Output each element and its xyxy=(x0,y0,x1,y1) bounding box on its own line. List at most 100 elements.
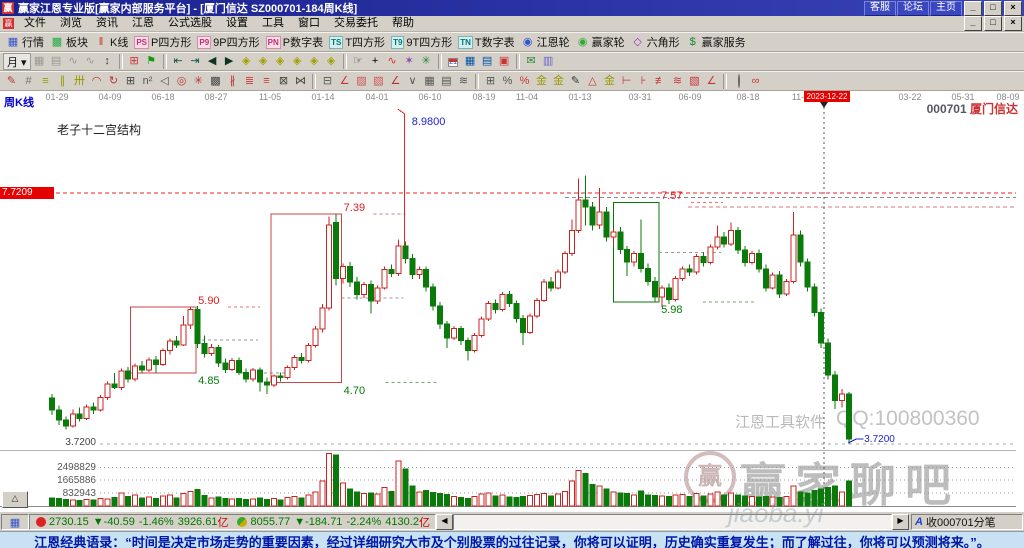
tick-data-cell[interactable]: A 收000701分笔 xyxy=(911,514,1023,530)
p9-square-button[interactable]: P9 9P四方形 xyxy=(194,34,262,51)
doc-minimize-button[interactable]: _ xyxy=(964,16,982,31)
menu-item-5[interactable]: 设置 xyxy=(219,16,255,31)
homepage-link[interactable]: 主页 xyxy=(930,0,962,16)
trend-steps-icon[interactable]: ≋ xyxy=(669,73,686,90)
customer-service-link[interactable]: 客服 xyxy=(864,0,896,16)
menu-item-1[interactable]: 浏览 xyxy=(53,16,89,31)
gann-lines-icon[interactable]: ≡ xyxy=(37,73,54,90)
doc-close-button[interactable]: × xyxy=(1004,16,1022,31)
segment-tool-icon[interactable]: ∿ xyxy=(384,53,401,70)
golden-ratio-icon[interactable]: 金 xyxy=(550,73,567,90)
chart-canvas[interactable]: 江恩工具软件 QQ:100800360 赢 赢家聊吧 周K线 老子十二宫结构 0… xyxy=(0,91,1024,512)
candlestick-chart[interactable] xyxy=(0,91,1024,512)
market-grid-button[interactable]: ▦ xyxy=(1,514,29,530)
grid4-icon[interactable]: ▤ xyxy=(438,73,455,90)
menu-item-3[interactable]: 江恩 xyxy=(125,16,161,31)
link-tool-icon[interactable]: ⋈ xyxy=(292,73,309,90)
forum-link[interactable]: 论坛 xyxy=(897,0,929,16)
box-tool-icon[interactable]: ⊠ xyxy=(275,73,292,90)
angle-icon[interactable]: ◁ xyxy=(156,73,173,90)
dense-lines2-icon[interactable]: ≡ xyxy=(258,73,275,90)
flag-icon[interactable]: ⚑ xyxy=(143,53,160,70)
slope-icon[interactable]: ∠ xyxy=(703,73,720,90)
dense-lines-icon[interactable]: ≣ xyxy=(241,73,258,90)
minimize-button[interactable]: _ xyxy=(964,0,982,16)
steps-icon[interactable]: ≢ xyxy=(652,73,669,90)
target-icon[interactable]: ◎ xyxy=(173,73,190,90)
scroll-right-button[interactable]: ▶ xyxy=(892,514,909,530)
star-icon[interactable]: ✳ xyxy=(190,73,207,90)
compress-left-icon[interactable]: ◈ xyxy=(272,53,289,70)
compress-price-icon[interactable]: ◈ xyxy=(306,53,323,70)
board-view-icon[interactable]: ▦ xyxy=(31,53,48,70)
menu-item-2[interactable]: 资讯 xyxy=(89,16,125,31)
t-square-button[interactable]: TS T四方形 xyxy=(326,34,388,51)
hexagon-button[interactable]: ◇ 六角形 xyxy=(628,34,683,51)
quote-view-icon[interactable]: ▤ xyxy=(48,53,65,70)
fib-icon[interactable]: ⊢ xyxy=(618,73,635,90)
calculator-icon[interactable]: ▦ xyxy=(462,53,479,70)
golden-section-icon[interactable]: 金 xyxy=(533,73,550,90)
shade2-icon[interactable]: ▧ xyxy=(370,73,387,90)
p-square-button[interactable]: PS P四方形 xyxy=(131,34,194,51)
t-table-button[interactable]: TN T数字表 xyxy=(455,34,517,51)
quotes-button[interactable]: ▦ 行情 xyxy=(3,34,47,51)
check-icon[interactable]: ∨ xyxy=(404,73,421,90)
p-table-button[interactable]: PN P数字表 xyxy=(263,34,326,51)
sectors-button[interactable]: ▩ 板块 xyxy=(47,34,91,51)
next-bar-icon[interactable]: ▶ xyxy=(221,53,238,70)
fan-lines-icon[interactable]: ∠ xyxy=(336,73,353,90)
shade-icon[interactable]: ▨ xyxy=(353,73,370,90)
restore-button[interactable]: □ xyxy=(984,0,1002,16)
menu-item-6[interactable]: 工具 xyxy=(255,16,291,31)
percent-icon[interactable]: % xyxy=(499,73,516,90)
horizontal-scrollbar[interactable] xyxy=(452,514,892,530)
menu-item-8[interactable]: 交易委托 xyxy=(327,16,385,31)
trend-mini-icon[interactable]: ∿ xyxy=(65,53,82,70)
calendar-icon[interactable]: 21 xyxy=(445,53,462,70)
grid3-icon[interactable]: ▦ xyxy=(421,73,438,90)
rotate-icon[interactable]: ↻ xyxy=(105,73,122,90)
brush-icon[interactable]: ✎ xyxy=(567,73,584,90)
pair-tool-icon[interactable]: ⊞ xyxy=(482,73,499,90)
kline-mini-icon[interactable]: ∿ xyxy=(82,53,99,70)
pen-icon[interactable]: ✎ xyxy=(3,73,20,90)
doc-restore-button[interactable]: □ xyxy=(984,16,1002,31)
gann-mini-icon[interactable]: ✶ xyxy=(401,53,418,70)
pane-expand-button[interactable]: △ xyxy=(2,491,28,508)
infinity-icon[interactable]: ∞ xyxy=(747,73,764,90)
hatch-icon[interactable]: ▩ xyxy=(207,73,224,90)
square-tool-icon[interactable]: ⊞ xyxy=(122,73,139,90)
remote-icon[interactable]: ▥ xyxy=(540,53,557,70)
wave-icon[interactable]: ≋ xyxy=(455,73,472,90)
save-icon[interactable]: ▣ xyxy=(496,53,513,70)
compress-time-icon[interactable]: ◈ xyxy=(238,53,255,70)
hash-grid-icon[interactable]: # xyxy=(20,73,37,90)
f-lines-icon[interactable]: ⊦ xyxy=(635,73,652,90)
index-panel[interactable]: 2730.15 ▼-40.59 -1.46% 3926.61 亿 8055.77… xyxy=(29,514,436,530)
bar-width-icon[interactable]: ↕ xyxy=(99,53,116,70)
angle2-icon[interactable]: ∠ xyxy=(387,73,404,90)
t9-square-button[interactable]: T9 9T四方形 xyxy=(388,34,455,51)
winner-wheel-button[interactable]: ◉ 赢家轮 xyxy=(573,34,628,51)
pan-hand-icon[interactable]: ☞ xyxy=(350,53,367,70)
mail-icon[interactable]: ✉ xyxy=(523,53,540,70)
first-page-icon[interactable]: ⇤ xyxy=(170,53,187,70)
arc-icon[interactable]: ◠ xyxy=(88,73,105,90)
n2-icon[interactable]: n² xyxy=(139,73,156,90)
prev-bar-icon[interactable]: ◀ xyxy=(204,53,221,70)
menu-item-0[interactable]: 文件 xyxy=(17,16,53,31)
memo-icon[interactable]: ▤ xyxy=(479,53,496,70)
pyramid-icon[interactable]: △ xyxy=(584,73,601,90)
yinyang-icon[interactable] xyxy=(730,73,747,90)
gann-wheel-button[interactable]: ◉ 江恩轮 xyxy=(518,34,573,51)
time-div-icon[interactable]: 卅 xyxy=(71,73,88,90)
menu-item-7[interactable]: 窗口 xyxy=(291,16,327,31)
scroll-left-button[interactable]: ◀ xyxy=(435,514,453,530)
frame-tool-icon[interactable]: ⊟ xyxy=(319,73,336,90)
winner-service-button[interactable]: $ 赢家服务 xyxy=(683,34,749,51)
crosshair-icon[interactable]: + xyxy=(367,53,384,70)
vert-lines-icon[interactable]: ∥ xyxy=(54,73,71,90)
period-selector[interactable]: 月 ▾ xyxy=(3,53,31,70)
last-page-icon[interactable]: ⇥ xyxy=(187,53,204,70)
